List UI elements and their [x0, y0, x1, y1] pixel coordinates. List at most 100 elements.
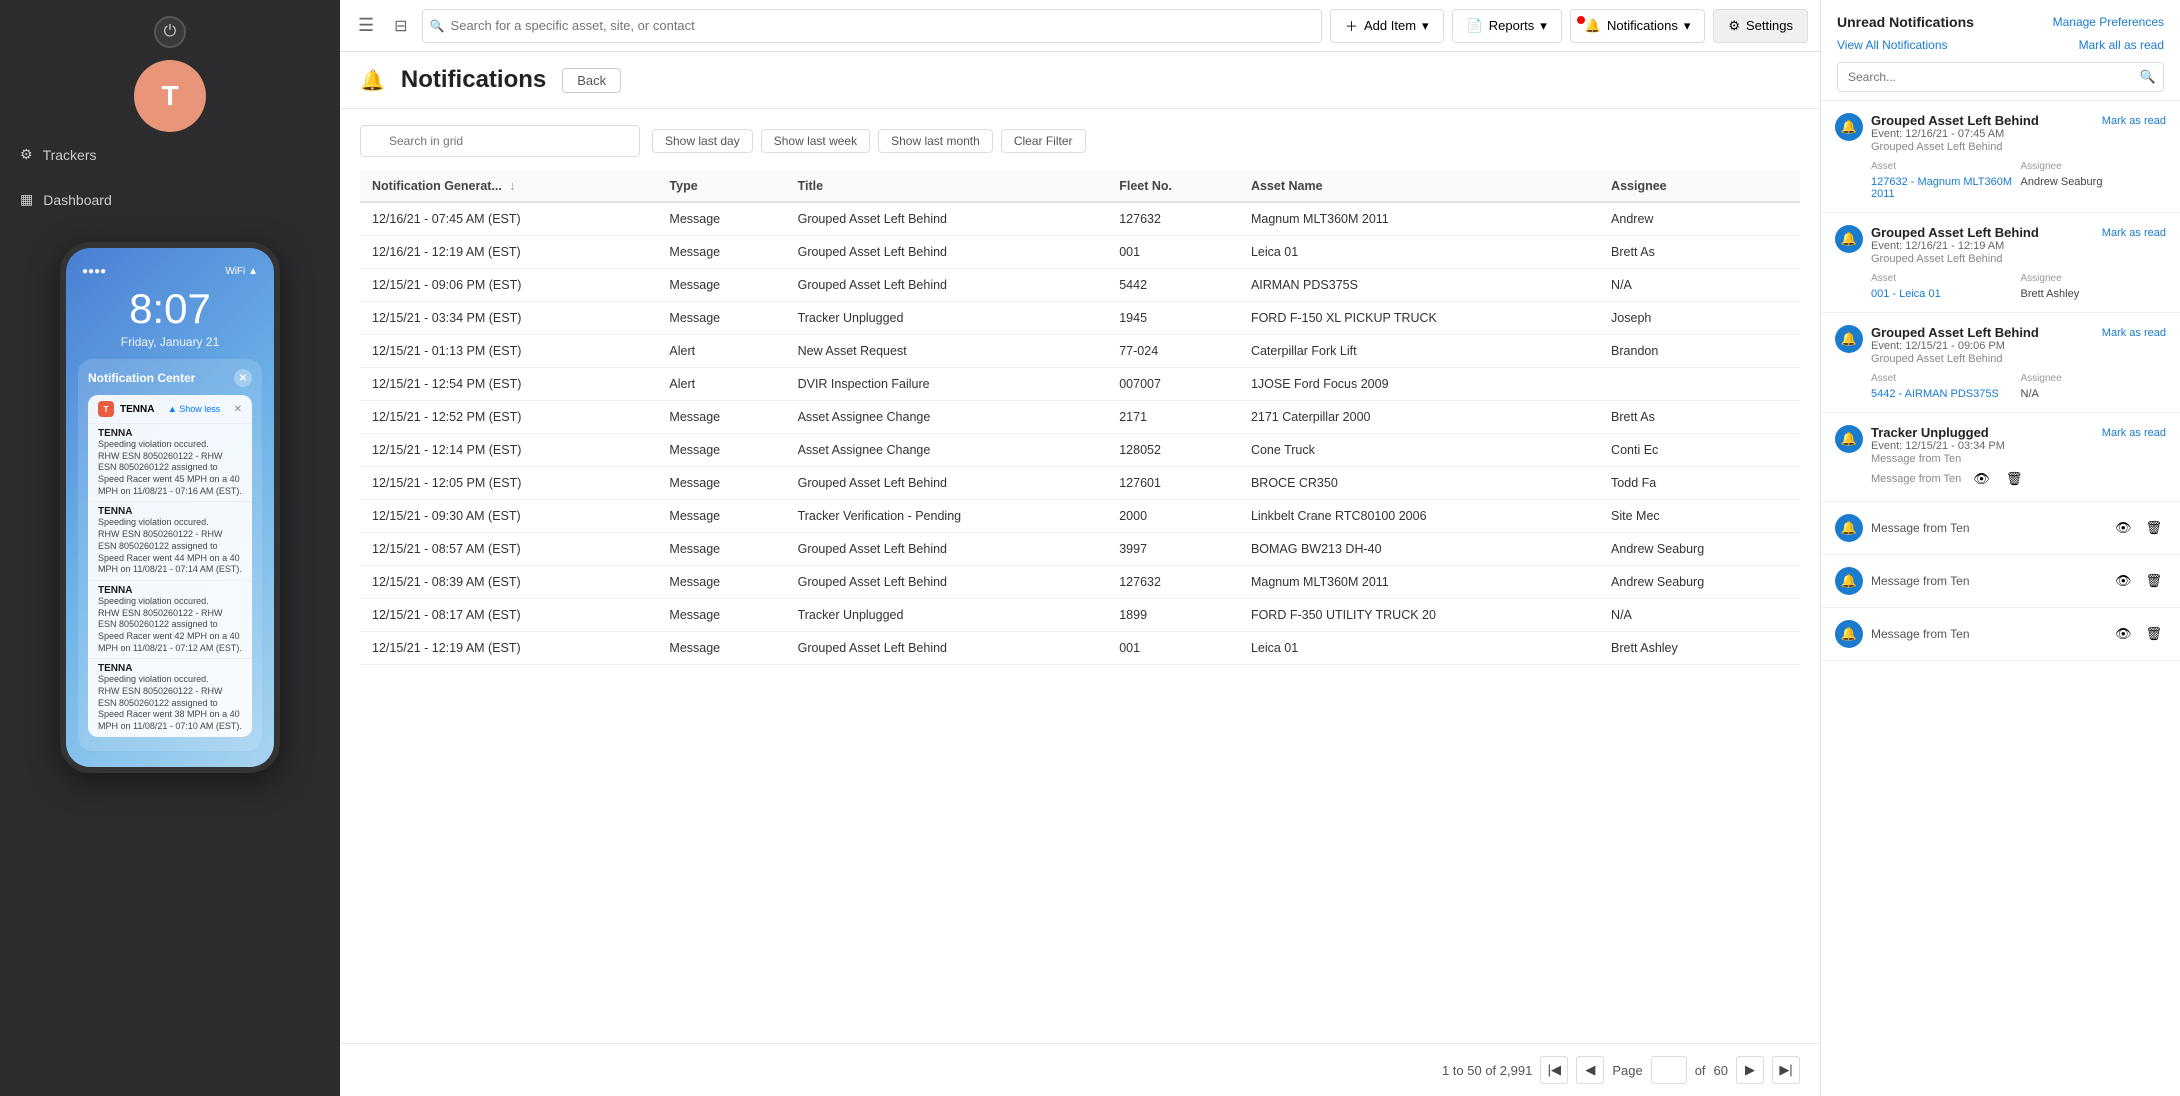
cell-type: Message: [657, 533, 785, 566]
back-button[interactable]: Back: [562, 68, 621, 93]
mark-as-read-button[interactable]: Mark as read: [2102, 227, 2166, 239]
mark-as-read-button[interactable]: Mark as read: [2102, 115, 2166, 127]
notification-group-header: T TENNA ▲ Show less ✕: [88, 395, 252, 423]
add-item-button[interactable]: ＋ Add Item ▾: [1330, 9, 1444, 43]
asset-label: Asset: [1871, 273, 2017, 284]
cell-assignee: Andrew Seaburg: [1599, 533, 1800, 566]
reports-button[interactable]: 📄 Reports ▾: [1452, 9, 1562, 43]
search-input[interactable]: [422, 9, 1322, 43]
cell-title[interactable]: Grouped Asset Left Behind: [786, 269, 1108, 302]
asset-value[interactable]: 001 - Leica 01: [1871, 288, 2017, 300]
asset-value[interactable]: 127632 - Magnum MLT360M 2011: [1871, 176, 2017, 200]
cell-date: 12/15/21 - 03:34 PM (EST): [360, 302, 657, 335]
phone-notification-entry-1: TENNA Speeding violation occured.RHW ESN…: [88, 423, 252, 501]
extra-trash-icon[interactable]: 🗑: [2141, 571, 2166, 591]
cell-title[interactable]: Grouped Asset Left Behind: [786, 236, 1108, 269]
notif-app-name-3: TENNA: [98, 585, 242, 596]
power-button[interactable]: ⏻: [154, 16, 186, 48]
cell-asset: BROCE CR350: [1239, 467, 1599, 500]
cell-title[interactable]: Grouped Asset Left Behind: [786, 566, 1108, 599]
cell-title[interactable]: Asset Assignee Change: [786, 434, 1108, 467]
filter-icon[interactable]: ⊟: [388, 10, 413, 42]
extra-eye-icon[interactable]: 👁: [2111, 624, 2136, 644]
notif-app-name-1: TENNA: [98, 428, 242, 439]
cell-fleet: 1945: [1107, 302, 1239, 335]
sidebar-item-dashboard[interactable]: ▦ Dashboard: [0, 177, 340, 222]
notif-app-name-4: TENNA: [98, 663, 242, 674]
top-bar: ☰ ⊟ ＋ Add Item ▾ 📄 Reports ▾ 🔔 Notificat…: [340, 0, 1820, 52]
cell-title[interactable]: Grouped Asset Left Behind: [786, 202, 1108, 236]
extra-trash-icon[interactable]: 🗑: [2141, 518, 2166, 538]
filter-last-week[interactable]: Show last week: [761, 129, 870, 153]
pagination-of-label: of: [1695, 1063, 1706, 1078]
cell-title[interactable]: Grouped Asset Left Behind: [786, 533, 1108, 566]
view-all-notifications-link[interactable]: View All Notifications: [1837, 38, 1948, 52]
cell-title[interactable]: Asset Assignee Change: [786, 401, 1108, 434]
pagination-last[interactable]: ▶|: [1772, 1056, 1800, 1084]
cell-type: Message: [657, 566, 785, 599]
page-header: 🔔 Notifications Back: [340, 52, 1820, 109]
cell-title[interactable]: Tracker Unplugged: [786, 302, 1108, 335]
notification-card-header: 🔔 Grouped Asset Left Behind Event: 12/16…: [1835, 225, 2166, 265]
extra-eye-icon[interactable]: 👁: [2111, 571, 2136, 591]
add-item-chevron: ▾: [1422, 18, 1429, 34]
pagination-total-pages: 60: [1714, 1063, 1728, 1078]
pagination-page-input[interactable]: 1: [1651, 1056, 1687, 1084]
extra-notif-label: Message from Ten: [1871, 521, 1970, 535]
menu-icon[interactable]: ☰: [352, 9, 380, 42]
cell-title[interactable]: Tracker Unplugged: [786, 599, 1108, 632]
cell-assignee: N/A: [1599, 599, 1800, 632]
extra-trash-icon[interactable]: 🗑: [2141, 624, 2166, 644]
col-header-fleet: Fleet No.: [1107, 171, 1239, 202]
notif-body-2: Speeding violation occured.RHW ESN 80502…: [98, 517, 242, 575]
cell-date: 12/15/21 - 09:06 PM (EST): [360, 269, 657, 302]
asset-value[interactable]: 5442 - AIRMAN PDS375S: [1871, 388, 2017, 400]
notification-card: 🔔 Grouped Asset Left Behind Event: 12/16…: [1821, 213, 2180, 313]
rp-search-input[interactable]: [1837, 62, 2164, 92]
show-less-button[interactable]: ▲ Show less: [168, 404, 220, 414]
filter-last-day[interactable]: Show last day: [652, 129, 753, 153]
notification-dot: [1577, 16, 1585, 24]
cell-fleet: 3997: [1107, 533, 1239, 566]
filter-clear[interactable]: Clear Filter: [1001, 129, 1086, 153]
cell-asset: FORD F-150 XL PICKUP TRUCK: [1239, 302, 1599, 335]
table-row: 12/15/21 - 08:17 AM (EST) Message Tracke…: [360, 599, 1800, 632]
eye-icon[interactable]: 👁: [1969, 469, 1994, 489]
cell-fleet: 001: [1107, 236, 1239, 269]
notification-card-info: Tracker Unplugged Event: 12/15/21 - 03:3…: [1871, 425, 2094, 465]
phone-status-bar: ●●●●WiFi ▲: [78, 264, 262, 279]
notification-center-close[interactable]: ✕: [234, 369, 252, 387]
cell-date: 12/15/21 - 08:17 AM (EST): [360, 599, 657, 632]
pagination-prev[interactable]: ◀: [1576, 1056, 1604, 1084]
cell-date: 12/15/21 - 08:57 AM (EST): [360, 533, 657, 566]
table-row: 12/15/21 - 12:19 AM (EST) Message Groupe…: [360, 632, 1800, 665]
notification-card: 🔔 Tracker Unplugged Event: 12/15/21 - 03…: [1821, 413, 2180, 502]
notifications-button[interactable]: 🔔 Notifications ▾: [1570, 9, 1706, 43]
cell-title[interactable]: Tracker Verification - Pending: [786, 500, 1108, 533]
cell-title[interactable]: Grouped Asset Left Behind: [786, 467, 1108, 500]
col-header-date[interactable]: Notification Generat... ↓: [360, 171, 657, 202]
cell-title[interactable]: Grouped Asset Left Behind: [786, 632, 1108, 665]
cell-assignee: Brett As: [1599, 236, 1800, 269]
notification-close-btn[interactable]: ✕: [234, 404, 242, 415]
pagination-first[interactable]: |◀: [1540, 1056, 1568, 1084]
filter-buttons: Show last day Show last week Show last m…: [652, 129, 1086, 153]
pagination: 1 to 50 of 2,991 |◀ ◀ Page 1 of 60 ▶ ▶|: [340, 1043, 1820, 1096]
pagination-next[interactable]: ▶: [1736, 1056, 1764, 1084]
mark-as-read-button[interactable]: Mark as read: [2102, 327, 2166, 339]
notification-card-info: Grouped Asset Left Behind Event: 12/16/2…: [1871, 113, 2094, 153]
mark-as-read-button[interactable]: Mark as read: [2102, 427, 2166, 439]
filter-last-month[interactable]: Show last month: [878, 129, 993, 153]
cell-title[interactable]: New Asset Request: [786, 335, 1108, 368]
manage-preferences-link[interactable]: Manage Preferences: [2053, 15, 2164, 29]
extra-eye-icon[interactable]: 👁: [2111, 518, 2136, 538]
cell-assignee: Conti Ec: [1599, 434, 1800, 467]
sidebar-item-trackers[interactable]: ⚙ Trackers: [0, 132, 340, 177]
settings-button[interactable]: ⚙ Settings: [1713, 9, 1808, 43]
cell-title[interactable]: DVIR Inspection Failure: [786, 368, 1108, 401]
mark-all-read-button[interactable]: Mark all as read: [2079, 38, 2164, 52]
notification-center: Notification Center ✕ T TENNA ▲ Show les…: [78, 359, 262, 751]
trash-icon[interactable]: 🗑: [2002, 469, 2027, 489]
notif-app-name-2: TENNA: [98, 506, 242, 517]
grid-search-input[interactable]: [360, 125, 640, 157]
